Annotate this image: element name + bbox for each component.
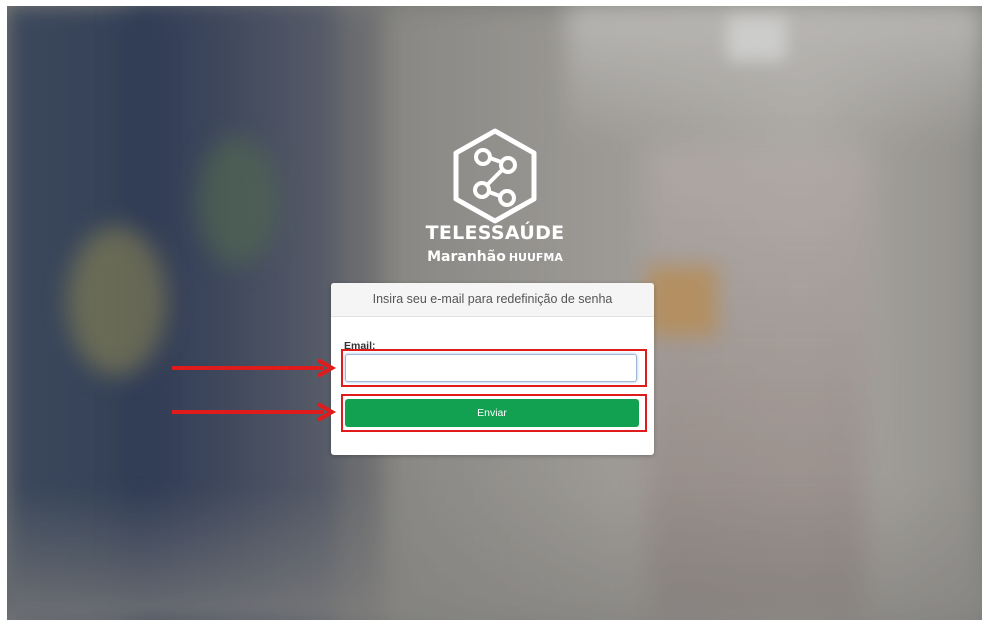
- telessaude-hexagon-logo-icon: [453, 128, 537, 224]
- card-header: Insira seu e-mail para redefinição de se…: [331, 283, 654, 317]
- annotation-highlight-button: [341, 394, 647, 432]
- brand-title: TELESSAÚDE: [425, 222, 565, 244]
- annotation-arrow-right-icon: [172, 358, 337, 378]
- annotation-highlight-email: [341, 349, 647, 387]
- annotation-arrow-right-icon: [172, 402, 337, 422]
- brand-subtitle-main: Maranhão: [427, 249, 506, 265]
- brand-subtitle: Maranhão HUUFMA: [380, 246, 610, 265]
- brand-subtitle-small: HUUFMA: [508, 251, 563, 264]
